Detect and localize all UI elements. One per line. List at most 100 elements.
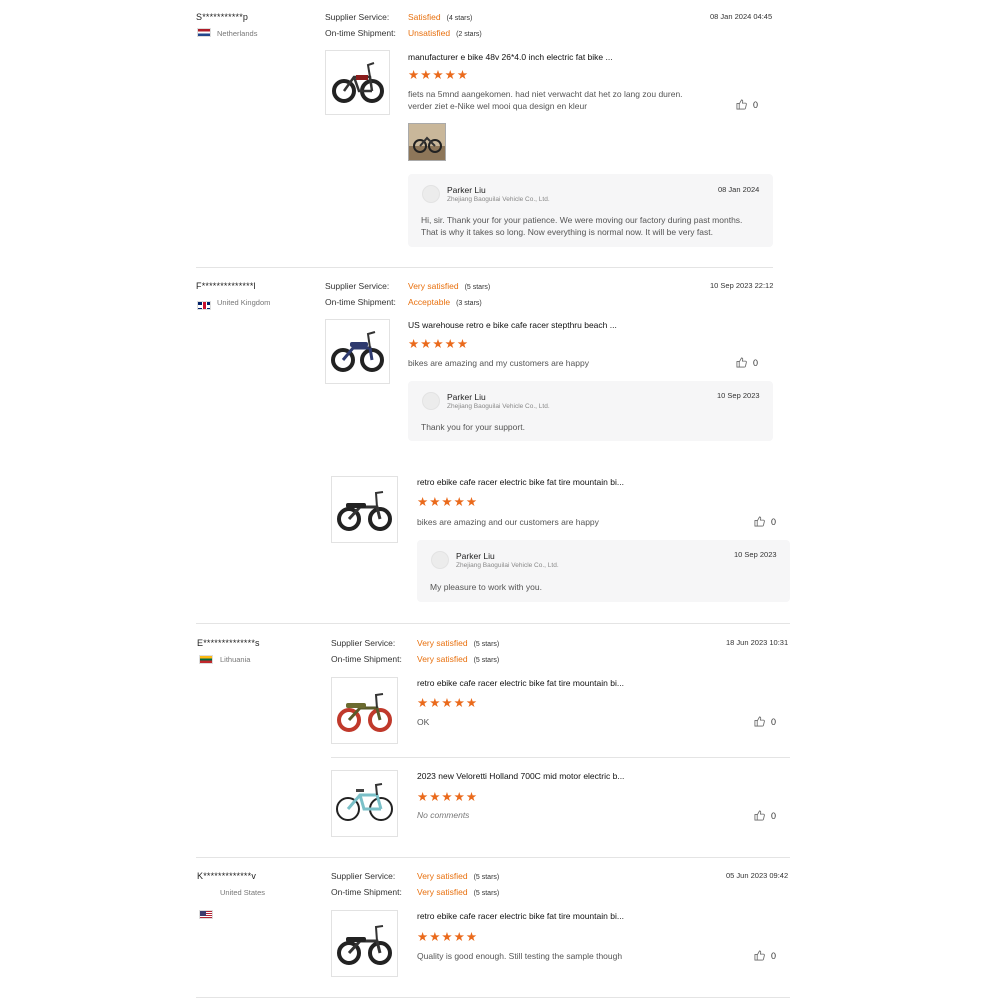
supplier-stars-count: (5 stars) <box>473 874 500 881</box>
review-date: 18 Jun 2023 10:31 <box>726 638 789 647</box>
like-count: 0 <box>753 99 759 110</box>
seller-reply: Parker Liu Zhejiang Baoguilai Vehicle Co… <box>408 174 773 247</box>
reviewer-country: United Kingdom <box>217 298 271 307</box>
thumbs-up-icon <box>754 516 765 527</box>
bike-image <box>337 925 392 965</box>
supplier-stars-count: (5 stars) <box>464 284 491 291</box>
supplier-rating-text: Very satisfied <box>417 871 468 881</box>
product-title[interactable]: retro ebike cafe racer electric bike fat… <box>417 477 624 487</box>
review-divider <box>196 623 790 624</box>
us-flag-icon <box>199 910 213 919</box>
like-count: 0 <box>771 950 777 961</box>
review-comment: No comments <box>417 810 470 820</box>
review-photo[interactable] <box>408 123 446 161</box>
shipment-stars-count: (5 stars) <box>473 890 500 897</box>
reviewer-name: K*************v <box>197 871 257 881</box>
photo-image <box>409 124 445 160</box>
reply-date: 10 Sep 2023 <box>734 550 777 559</box>
reviewer-name: S***********p <box>196 12 249 22</box>
bike-image <box>337 693 392 732</box>
like-button[interactable]: 0 <box>754 516 776 527</box>
bike-image <box>337 491 392 531</box>
product-thumbnail[interactable] <box>325 50 390 115</box>
shipment-stars-count: (3 stars) <box>456 300 482 307</box>
seller-reply: Parker Liu Zhejiang Baoguilai Vehicle Co… <box>417 540 790 602</box>
review-divider <box>196 267 773 268</box>
bike-image <box>331 331 384 372</box>
reply-text: Hi, sir. Thank your for your patience. W… <box>421 215 743 237</box>
review-date: 10 Sep 2023 22:12 <box>710 281 774 290</box>
product-title[interactable]: retro ebike cafe racer electric bike fat… <box>417 911 624 921</box>
product-stars: ★★★★★ <box>408 337 470 351</box>
supplier-rating-text: Very satisfied <box>417 638 468 648</box>
product-stars: ★★★★★ <box>417 790 479 804</box>
supplier-service-rating: Very satisfied (5 stars) <box>408 281 490 291</box>
product-thumbnail[interactable] <box>331 910 398 977</box>
like-button[interactable]: 0 <box>754 810 776 821</box>
shipment-rating-text: Very satisfied <box>417 654 468 664</box>
reviewer-name: F**************l <box>196 281 256 291</box>
uk-flag-icon <box>197 301 211 310</box>
thumbs-up-icon <box>754 950 765 961</box>
reply-text: My pleasure to work with you. <box>430 582 542 592</box>
like-count: 0 <box>771 810 777 821</box>
shipment-label: On-time Shipment: <box>325 297 396 307</box>
review-comment: bikes are amazing and my customers are h… <box>408 358 589 368</box>
product-stars: ★★★★★ <box>408 68 470 82</box>
like-button[interactable]: 0 <box>736 99 758 110</box>
avatar-icon <box>431 551 449 569</box>
shipment-stars-count: (5 stars) <box>473 657 500 664</box>
review-comment: OK <box>417 717 430 727</box>
shipment-rating-text: Acceptable <box>408 297 451 307</box>
product-thumbnail[interactable] <box>331 677 398 744</box>
like-button[interactable]: 0 <box>736 357 758 368</box>
review-comment: bikes are amazing and our customers are … <box>417 517 599 527</box>
shipment-rating-text: Very satisfied <box>417 887 468 897</box>
reply-date: 08 Jan 2024 <box>718 185 760 194</box>
product-title[interactable]: 2023 new Veloretti Holland 700C mid moto… <box>417 771 624 781</box>
supplier-rating-text: Satisfied <box>408 12 441 22</box>
supplier-service-label: Supplier Service: <box>331 871 396 881</box>
review-divider <box>196 857 790 858</box>
reply-author: Parker Liu <box>447 185 486 195</box>
bike-image <box>332 62 384 103</box>
supplier-stars-count: (4 stars) <box>446 15 473 22</box>
product-stars: ★★★★★ <box>417 696 479 710</box>
shipment-rating: Acceptable (3 stars) <box>408 297 482 307</box>
lithuania-flag-icon <box>199 655 213 664</box>
like-button[interactable]: 0 <box>754 716 776 727</box>
avatar-icon <box>422 185 440 203</box>
thumbs-up-icon <box>736 99 747 110</box>
thumbs-up-icon <box>754 810 765 821</box>
product-thumbnail[interactable] <box>331 476 398 543</box>
reviewer-country: United States <box>220 888 266 897</box>
review-card: K*************v United States Supplier S… <box>0 18 1000 977</box>
supplier-service-rating: Very satisfied (5 stars) <box>417 638 499 648</box>
product-stars: ★★★★★ <box>417 495 479 509</box>
reply-date: 10 Sep 2023 <box>717 391 760 400</box>
shipment-stars-count: (2 stars) <box>456 31 482 38</box>
shipment-label: On-time Shipment: <box>331 654 402 664</box>
avatar-icon <box>422 392 440 410</box>
bike-image <box>336 783 393 821</box>
review-date: 08 Jan 2024 04:45 <box>710 12 773 21</box>
product-title[interactable]: manufacturer e bike 48v 26*4.0 inch elec… <box>408 52 613 62</box>
like-count: 0 <box>771 716 777 727</box>
reviewer-country: Netherlands <box>217 29 258 38</box>
thumbs-up-icon <box>736 357 747 368</box>
product-thumbnail[interactable] <box>331 770 398 837</box>
netherlands-flag-icon <box>197 28 211 37</box>
like-count: 0 <box>771 516 777 527</box>
like-button[interactable]: 0 <box>754 950 776 961</box>
shipment-label: On-time Shipment: <box>331 887 402 897</box>
product-divider <box>331 757 790 758</box>
product-thumbnail[interactable] <box>325 319 390 384</box>
like-count: 0 <box>753 357 759 368</box>
thumbs-up-icon <box>754 716 765 727</box>
product-title[interactable]: retro ebike cafe racer electric bike fat… <box>417 678 624 688</box>
product-title[interactable]: US warehouse retro e bike cafe racer ste… <box>408 320 617 330</box>
shipment-label: On-time Shipment: <box>325 28 396 38</box>
reply-author: Parker Liu <box>447 392 486 402</box>
reply-author: Parker Liu <box>456 551 495 561</box>
shipment-rating: Very satisfied (5 stars) <box>417 887 499 897</box>
